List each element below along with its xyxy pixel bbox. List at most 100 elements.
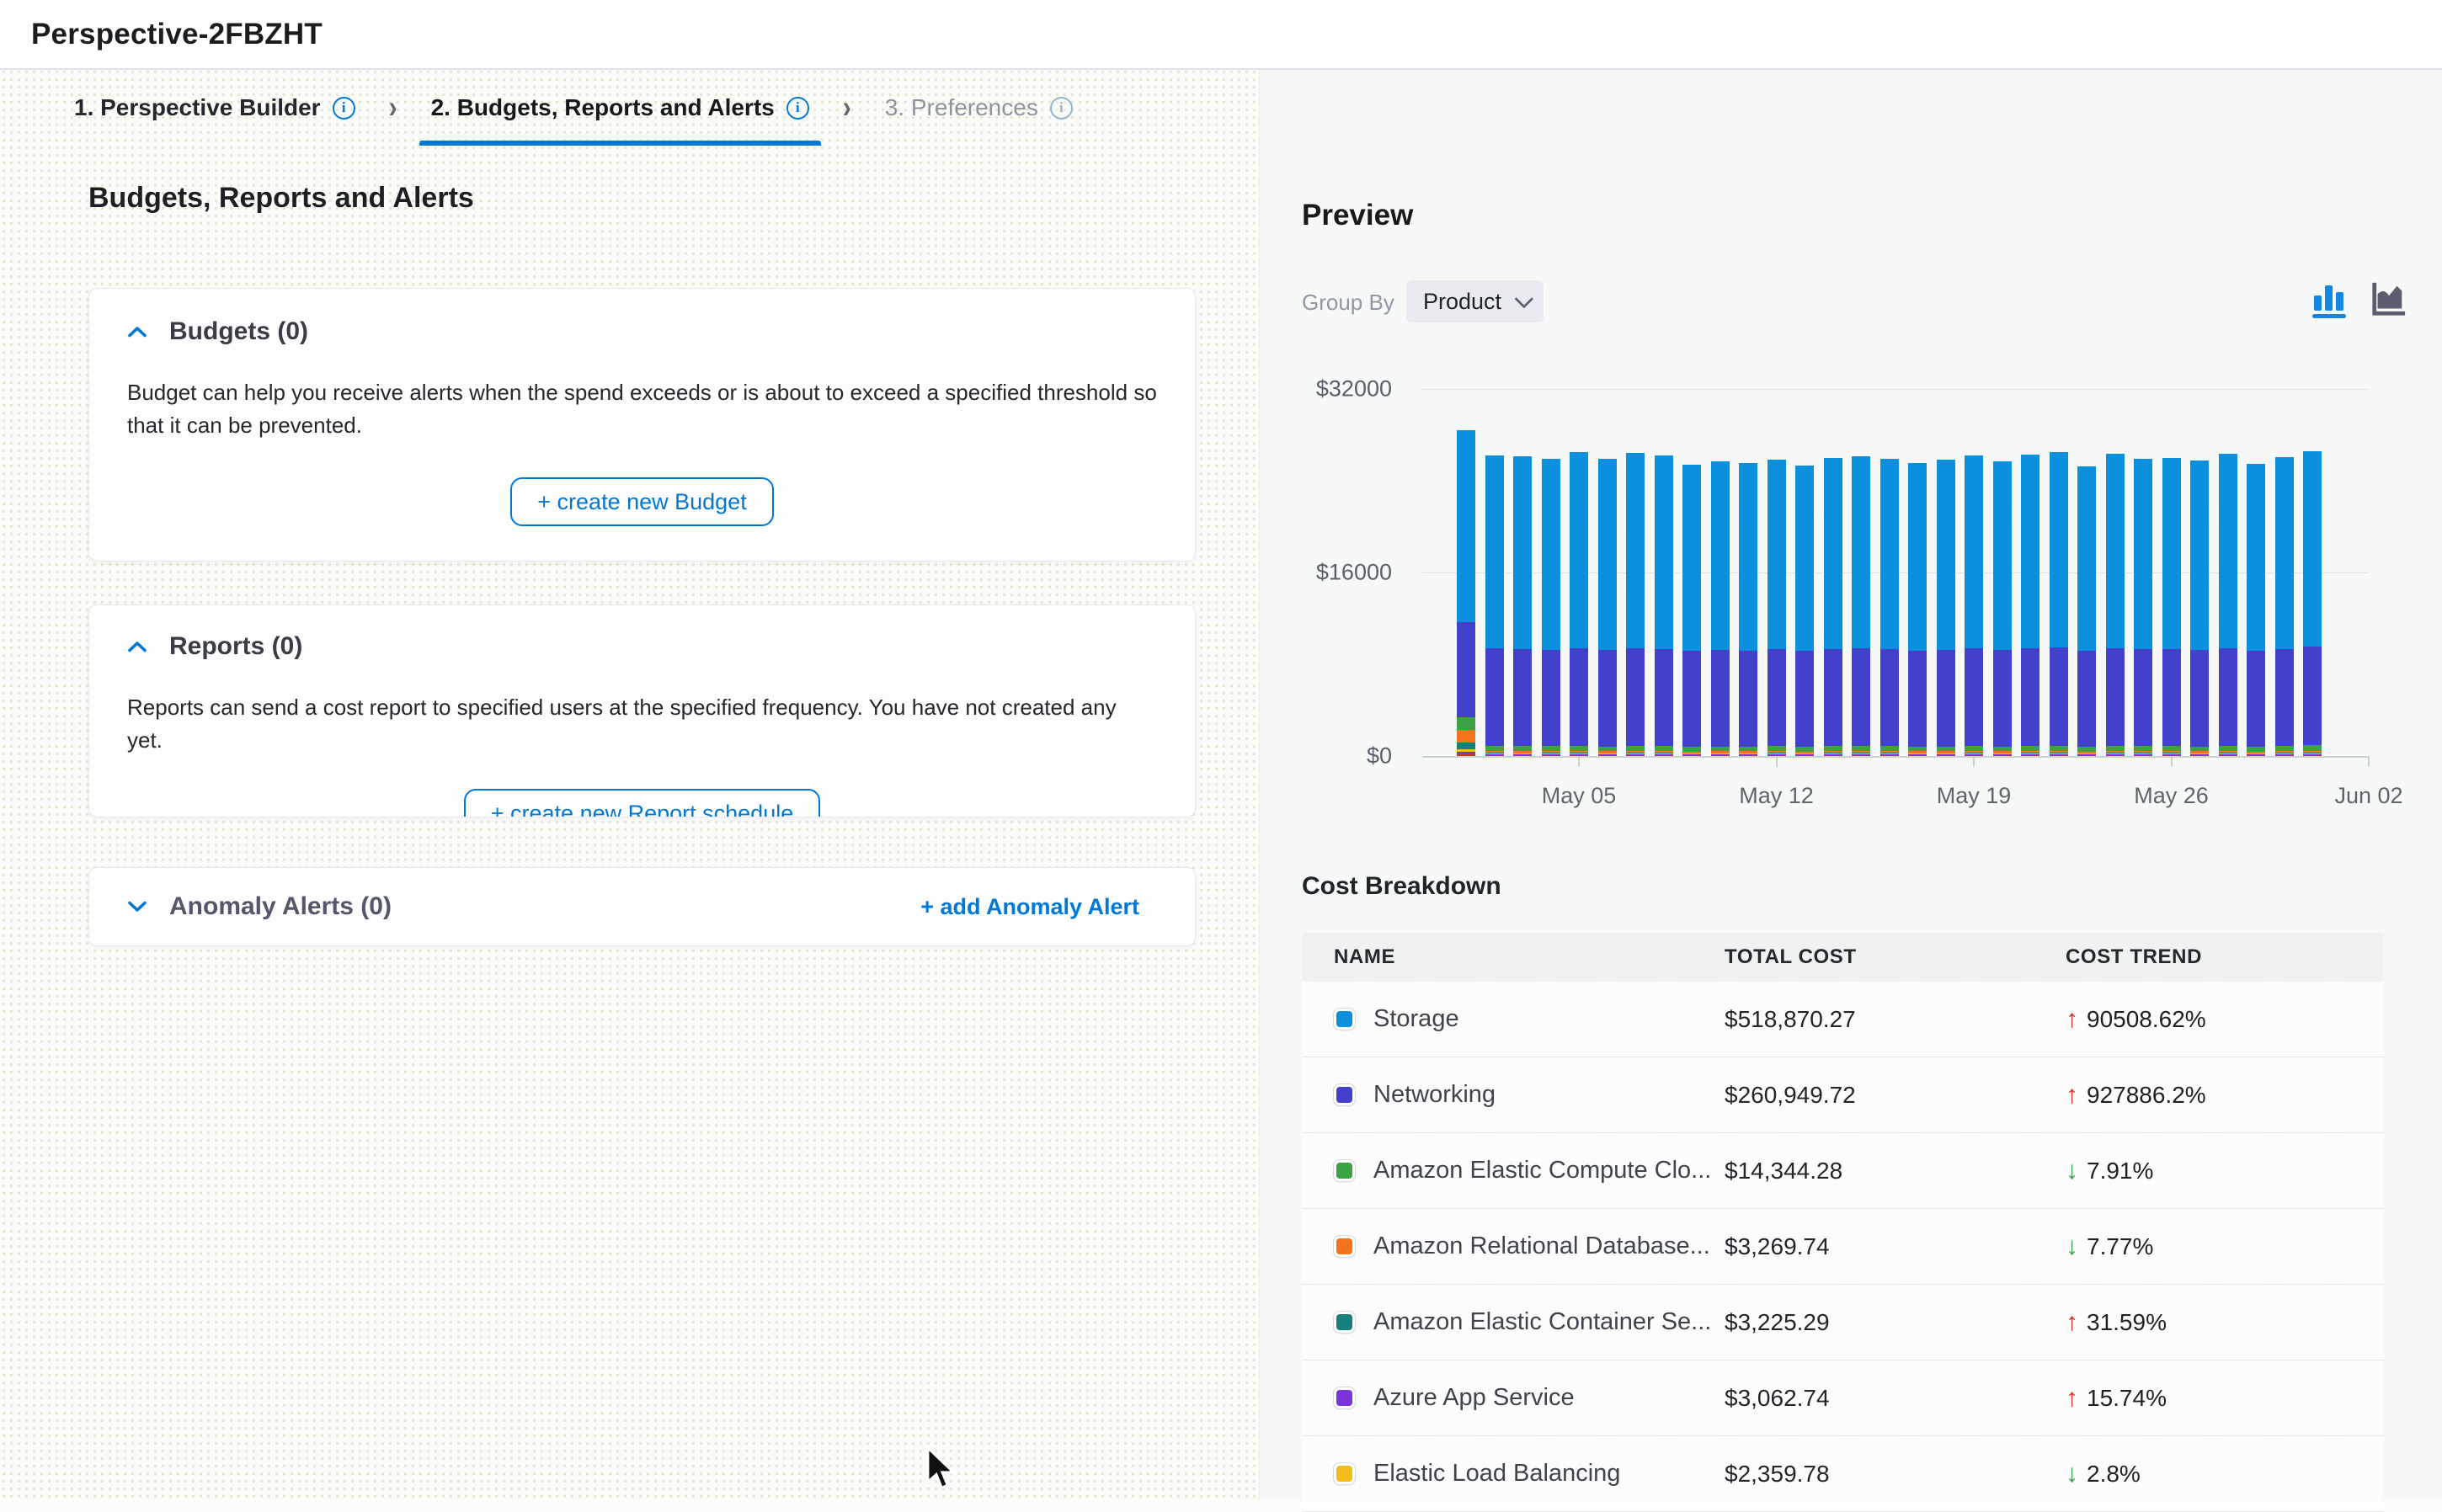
info-icon[interactable]: i (333, 97, 355, 120)
stacked-bar (1852, 456, 1870, 756)
budgets-card-header[interactable]: Budgets (0) (127, 317, 1157, 346)
info-icon[interactable]: i (786, 97, 809, 120)
series-color-swatch (1334, 1009, 1355, 1030)
y-axis-tick-label: $16000 (1316, 560, 1392, 586)
cost-trend-value: 15.74% (2087, 1385, 2167, 1412)
stacked-bar (1880, 459, 1899, 756)
reports-card: Reports (0) Reports can send a cost repo… (88, 604, 1196, 817)
stacked-bar (2247, 464, 2265, 756)
cost-trend-value: 7.91% (2087, 1158, 2153, 1185)
trend-down-arrow-icon: ↓ (2066, 1158, 2078, 1184)
anomaly-alerts-card: Anomaly Alerts (0) + add Anomaly Alert (88, 867, 1196, 946)
anomaly-card-header[interactable]: Anomaly Alerts (0) (127, 892, 392, 921)
mouse-cursor (923, 1446, 958, 1493)
bar-segment (1795, 651, 1814, 746)
total-cost-value: $3,062.74 (1725, 1385, 1830, 1411)
stacked-bar (2021, 455, 2039, 756)
bar-segment (1880, 649, 1899, 746)
bar-segment (1457, 717, 1475, 731)
series-color-swatch (1334, 1312, 1355, 1333)
chevron-down-icon (1515, 290, 1534, 309)
section-heading: Budgets, Reports and Alerts (88, 182, 474, 215)
x-axis-tick-mark (1578, 756, 1580, 767)
service-name: Amazon Elastic Compute Clo... (1373, 1157, 1711, 1185)
group-by-select[interactable]: Product (1406, 280, 1544, 322)
trend-up-arrow-icon: ↑ (2066, 1007, 2078, 1032)
tab-preferences[interactable]: 3. Preferences i (873, 70, 1085, 146)
series-color-swatch (1334, 1236, 1355, 1257)
tab-label: 3. Preferences (885, 94, 1038, 121)
bar-segment (1711, 461, 1730, 649)
cost-trend-value: 2.8% (2087, 1461, 2141, 1488)
create-budget-button[interactable]: + create new Budget (510, 477, 773, 526)
bar-segment (1655, 649, 1673, 746)
bar-segment (2303, 647, 2322, 745)
create-report-schedule-button[interactable]: + create new Report schedule (464, 789, 820, 817)
chevron-down-icon (127, 900, 147, 913)
bar-segment (1457, 730, 1475, 743)
bar-segment (2247, 651, 2265, 747)
tab-budgets-reports-alerts[interactable]: 2. Budgets, Reports and Alerts i (419, 70, 821, 146)
bar-segment (1937, 460, 1955, 650)
add-anomaly-alert-link[interactable]: + add Anomaly Alert (920, 894, 1139, 920)
bar-segment (2134, 459, 2152, 650)
bar-segment (1682, 755, 1701, 756)
trend-up-arrow-icon: ↑ (2066, 1310, 2078, 1335)
bar-segment (1965, 648, 1983, 746)
stacked-bar (1908, 463, 1927, 756)
bar-segment (1852, 755, 1870, 756)
bar-segment (1542, 459, 1560, 650)
tab-perspective-builder[interactable]: 1. Perspective Builder i (62, 70, 367, 146)
bar-segment (2050, 452, 2068, 647)
bar-segment (1513, 649, 1532, 747)
bar-segment (1908, 651, 1927, 747)
column-header-name: NAME (1302, 945, 1725, 969)
bar-segment (2219, 755, 2237, 756)
cost-breakdown-row: Networking$260,949.72↑927886.2% (1302, 1057, 2384, 1133)
bar-segment (1824, 649, 1842, 746)
bar-segment (2106, 755, 2125, 756)
bar-segment (2190, 650, 2209, 747)
bar-segment (1739, 755, 1757, 756)
bar-segment (1457, 430, 1475, 622)
stacked-bar (1598, 459, 1617, 756)
bar-segment (1937, 755, 1955, 756)
total-cost-value: $518,870.27 (1725, 1006, 1856, 1032)
cost-breakdown-table: NAME TOTAL COST COST TREND Storage$518,8… (1302, 933, 2384, 1512)
stacked-bar (1739, 463, 1757, 756)
bar-segment (1513, 456, 1532, 649)
y-axis-tick-label: $0 (1367, 743, 1392, 769)
bar-segment (1570, 648, 1588, 746)
service-name: Elastic Load Balancing (1373, 1460, 1620, 1488)
stacked-bar (1513, 456, 1532, 756)
bar-segment (2190, 461, 2209, 650)
table-header-row: NAME TOTAL COST COST TREND (1302, 933, 2384, 982)
info-icon[interactable]: i (1050, 97, 1073, 120)
area-chart-icon[interactable] (2370, 282, 2407, 319)
stacked-bar (1711, 461, 1730, 756)
bar-segment (1485, 455, 1504, 649)
stacked-bar (1768, 460, 1786, 756)
total-cost-value: $2,359.78 (1725, 1461, 1830, 1487)
bar-chart-icon[interactable] (2312, 282, 2349, 319)
bar-segment (2190, 755, 2209, 756)
stacked-bar (1542, 459, 1560, 756)
column-header-cost-trend: COST TREND (2066, 945, 2384, 969)
bar-segment (2303, 755, 2322, 756)
left-panel: 1. Perspective Builder i › 2. Budgets, R… (0, 70, 1259, 1500)
stacked-bar (1795, 466, 1814, 756)
bar-segment (2021, 455, 2039, 648)
chevron-right-icon: › (843, 90, 851, 126)
x-axis-tick-mark (2171, 756, 2173, 767)
bar-segment (1542, 650, 1560, 746)
total-cost-value: $3,269.74 (1725, 1233, 1830, 1259)
x-axis-tick-mark (1973, 756, 1975, 767)
tab-label: 1. Perspective Builder (74, 94, 321, 121)
reports-card-header[interactable]: Reports (0) (127, 632, 1157, 661)
stacked-bar (1937, 460, 1955, 756)
bar-segment (2106, 454, 2125, 648)
bar-segment (1711, 755, 1730, 756)
chart-gridline (1422, 756, 2369, 758)
bar-segment (2162, 649, 2181, 746)
bar-segment (2303, 451, 2322, 647)
